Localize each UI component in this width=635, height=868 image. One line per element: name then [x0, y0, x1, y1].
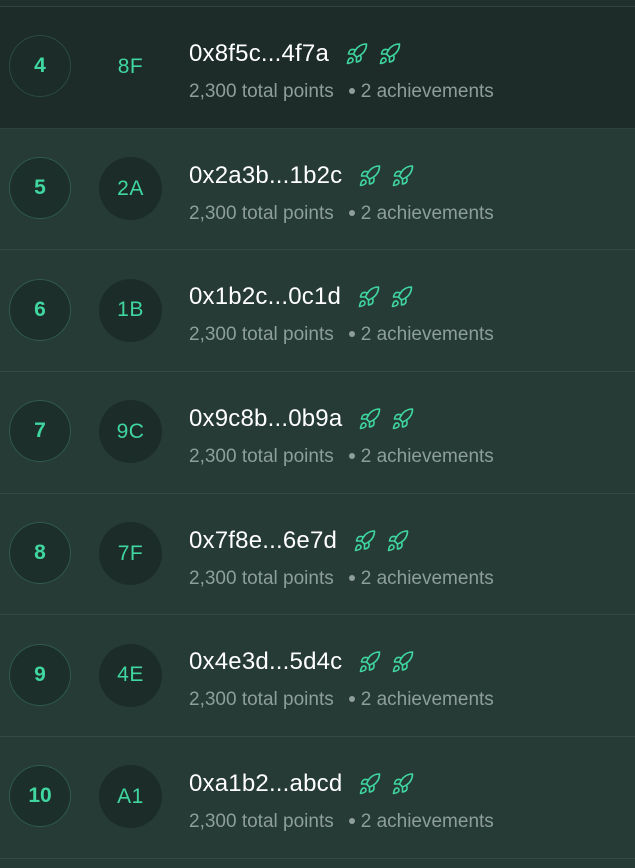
- achievement-count: 2 achievements: [360, 567, 494, 589]
- leaderboard-row[interactable]: 9 4E 0x4e3d...5d4c 2,300 total points 2 a…: [0, 615, 635, 738]
- avatar[interactable]: 2A: [99, 157, 162, 221]
- user-info: 0x1b2c...0c1d 2,300 total points 2 achiev…: [189, 282, 494, 346]
- rocket-icon: [389, 407, 416, 431]
- rocket-icon: [388, 285, 415, 309]
- user-info: 0x7f8e...6e7d 2,300 total points 2 achiev…: [189, 526, 494, 590]
- leaderboard-row[interactable]: 5 2A 0x2a3b...1b2c 2,300 total points 2 a…: [0, 128, 635, 251]
- user-stats: 2,300 total points 2 achievements: [189, 811, 494, 833]
- wallet-address[interactable]: 0x2a3b...1b2c: [189, 162, 342, 190]
- rank-badge: 10: [9, 765, 71, 828]
- user-stats: 2,300 total points 2 achievements: [189, 203, 494, 225]
- rank-badge: 6: [9, 278, 71, 341]
- rocket-icon: [356, 772, 383, 796]
- achievement-badges: [355, 285, 415, 309]
- leaderboard-row[interactable]: 7 9C 0x9c8b...0b9a 2,300 total points 2 a…: [0, 372, 635, 494]
- rank-badge: 5: [9, 157, 71, 220]
- rocket-icon: [351, 529, 378, 553]
- leaderboard-rows: 4 8F 0x8f5c...4f7a 2,300 total points 2 a…: [0, 7, 635, 859]
- rocket-icon: [389, 772, 416, 796]
- list-top-edge: [0, 0, 635, 7]
- achievement-count: 2 achievements: [360, 324, 494, 346]
- avatar[interactable]: 8F: [99, 35, 162, 98]
- total-points: 2,300 total points: [189, 567, 334, 589]
- separator-dot: [348, 818, 355, 825]
- total-points: 2,300 total points: [189, 81, 334, 102]
- user-info: 0xa1b2...abcd 2,300 total points 2 achiev…: [189, 769, 494, 833]
- rocket-icon: [343, 42, 370, 66]
- achievement-count: 2 achievements: [360, 81, 494, 102]
- wallet-address[interactable]: 0x7f8e...6e7d: [189, 527, 337, 555]
- achievement-badges: [356, 650, 416, 674]
- rocket-icon: [389, 650, 416, 674]
- achievement-badges: [356, 164, 416, 188]
- user-stats: 2,300 total points 2 achievements: [189, 568, 494, 590]
- wallet-address[interactable]: 0x4e3d...5d4c: [189, 648, 342, 676]
- leaderboard-list: 4 8F 0x8f5c...4f7a 2,300 total points 2 a…: [0, 0, 635, 868]
- leaderboard-row[interactable]: 10 A1 0xa1b2...abcd 2,300 total points 2 …: [0, 737, 635, 859]
- total-points: 2,300 total points: [189, 324, 334, 346]
- wallet-address[interactable]: 0x8f5c...4f7a: [189, 40, 329, 68]
- user-info: 0x9c8b...0b9a 2,300 total points 2 achiev…: [189, 404, 494, 468]
- address-line: 0x7f8e...6e7d: [189, 526, 494, 556]
- user-info: 0x2a3b...1b2c 2,300 total points 2 achiev…: [189, 161, 494, 225]
- total-points: 2,300 total points: [189, 202, 334, 224]
- user-stats: 2,300 total points 2 achievements: [189, 689, 494, 711]
- rank-badge: 9: [9, 643, 71, 706]
- address-line: 0x8f5c...4f7a: [189, 39, 494, 69]
- rocket-icon: [376, 42, 403, 66]
- separator-dot: [348, 574, 355, 581]
- separator-dot: [348, 696, 355, 703]
- user-info: 0x4e3d...5d4c 2,300 total points 2 achiev…: [189, 647, 494, 711]
- leaderboard-row[interactable]: 8 7F 0x7f8e...6e7d 2,300 total points 2 a…: [0, 493, 635, 616]
- rocket-icon: [355, 285, 382, 309]
- rank-badge: 4: [9, 35, 71, 98]
- avatar[interactable]: 7F: [99, 522, 162, 586]
- rank-badge: 8: [9, 522, 71, 585]
- achievement-badges: [356, 772, 416, 796]
- separator-dot: [348, 453, 355, 460]
- avatar[interactable]: 1B: [99, 278, 162, 342]
- rocket-icon: [356, 164, 383, 188]
- user-info: 0x8f5c...4f7a 2,300 total points 2 achiev…: [189, 39, 494, 103]
- rocket-icon: [389, 164, 416, 188]
- separator-dot: [348, 331, 355, 338]
- address-line: 0x9c8b...0b9a: [189, 404, 494, 434]
- rocket-icon: [356, 650, 383, 674]
- achievement-count: 2 achievements: [360, 446, 494, 468]
- achievement-badges: [356, 407, 416, 431]
- achievement-count: 2 achievements: [360, 689, 494, 711]
- total-points: 2,300 total points: [189, 446, 334, 468]
- total-points: 2,300 total points: [189, 811, 334, 833]
- achievement-badges: [351, 529, 411, 553]
- address-line: 0x2a3b...1b2c: [189, 161, 494, 191]
- rank-badge: 7: [9, 400, 71, 463]
- wallet-address[interactable]: 0x1b2c...0c1d: [189, 283, 341, 311]
- leaderboard-row[interactable]: 4 8F 0x8f5c...4f7a 2,300 total points 2 a…: [0, 7, 635, 129]
- wallet-address[interactable]: 0x9c8b...0b9a: [189, 405, 342, 433]
- rocket-icon: [384, 529, 411, 553]
- avatar[interactable]: 4E: [99, 643, 162, 707]
- achievement-count: 2 achievements: [360, 202, 494, 224]
- rocket-icon: [356, 407, 383, 431]
- avatar[interactable]: A1: [99, 765, 162, 829]
- address-line: 0x4e3d...5d4c: [189, 647, 494, 677]
- achievement-count: 2 achievements: [360, 811, 494, 833]
- wallet-address[interactable]: 0xa1b2...abcd: [189, 770, 342, 798]
- user-stats: 2,300 total points 2 achievements: [189, 81, 494, 103]
- user-stats: 2,300 total points 2 achievements: [189, 446, 494, 468]
- achievement-badges: [343, 42, 403, 66]
- separator-dot: [348, 87, 355, 94]
- address-line: 0x1b2c...0c1d: [189, 282, 494, 312]
- avatar[interactable]: 9C: [99, 400, 162, 464]
- total-points: 2,300 total points: [189, 689, 334, 711]
- address-line: 0xa1b2...abcd: [189, 769, 494, 799]
- separator-dot: [348, 209, 355, 216]
- leaderboard-row[interactable]: 6 1B 0x1b2c...0c1d 2,300 total points 2 a…: [0, 250, 635, 373]
- user-stats: 2,300 total points 2 achievements: [189, 324, 494, 346]
